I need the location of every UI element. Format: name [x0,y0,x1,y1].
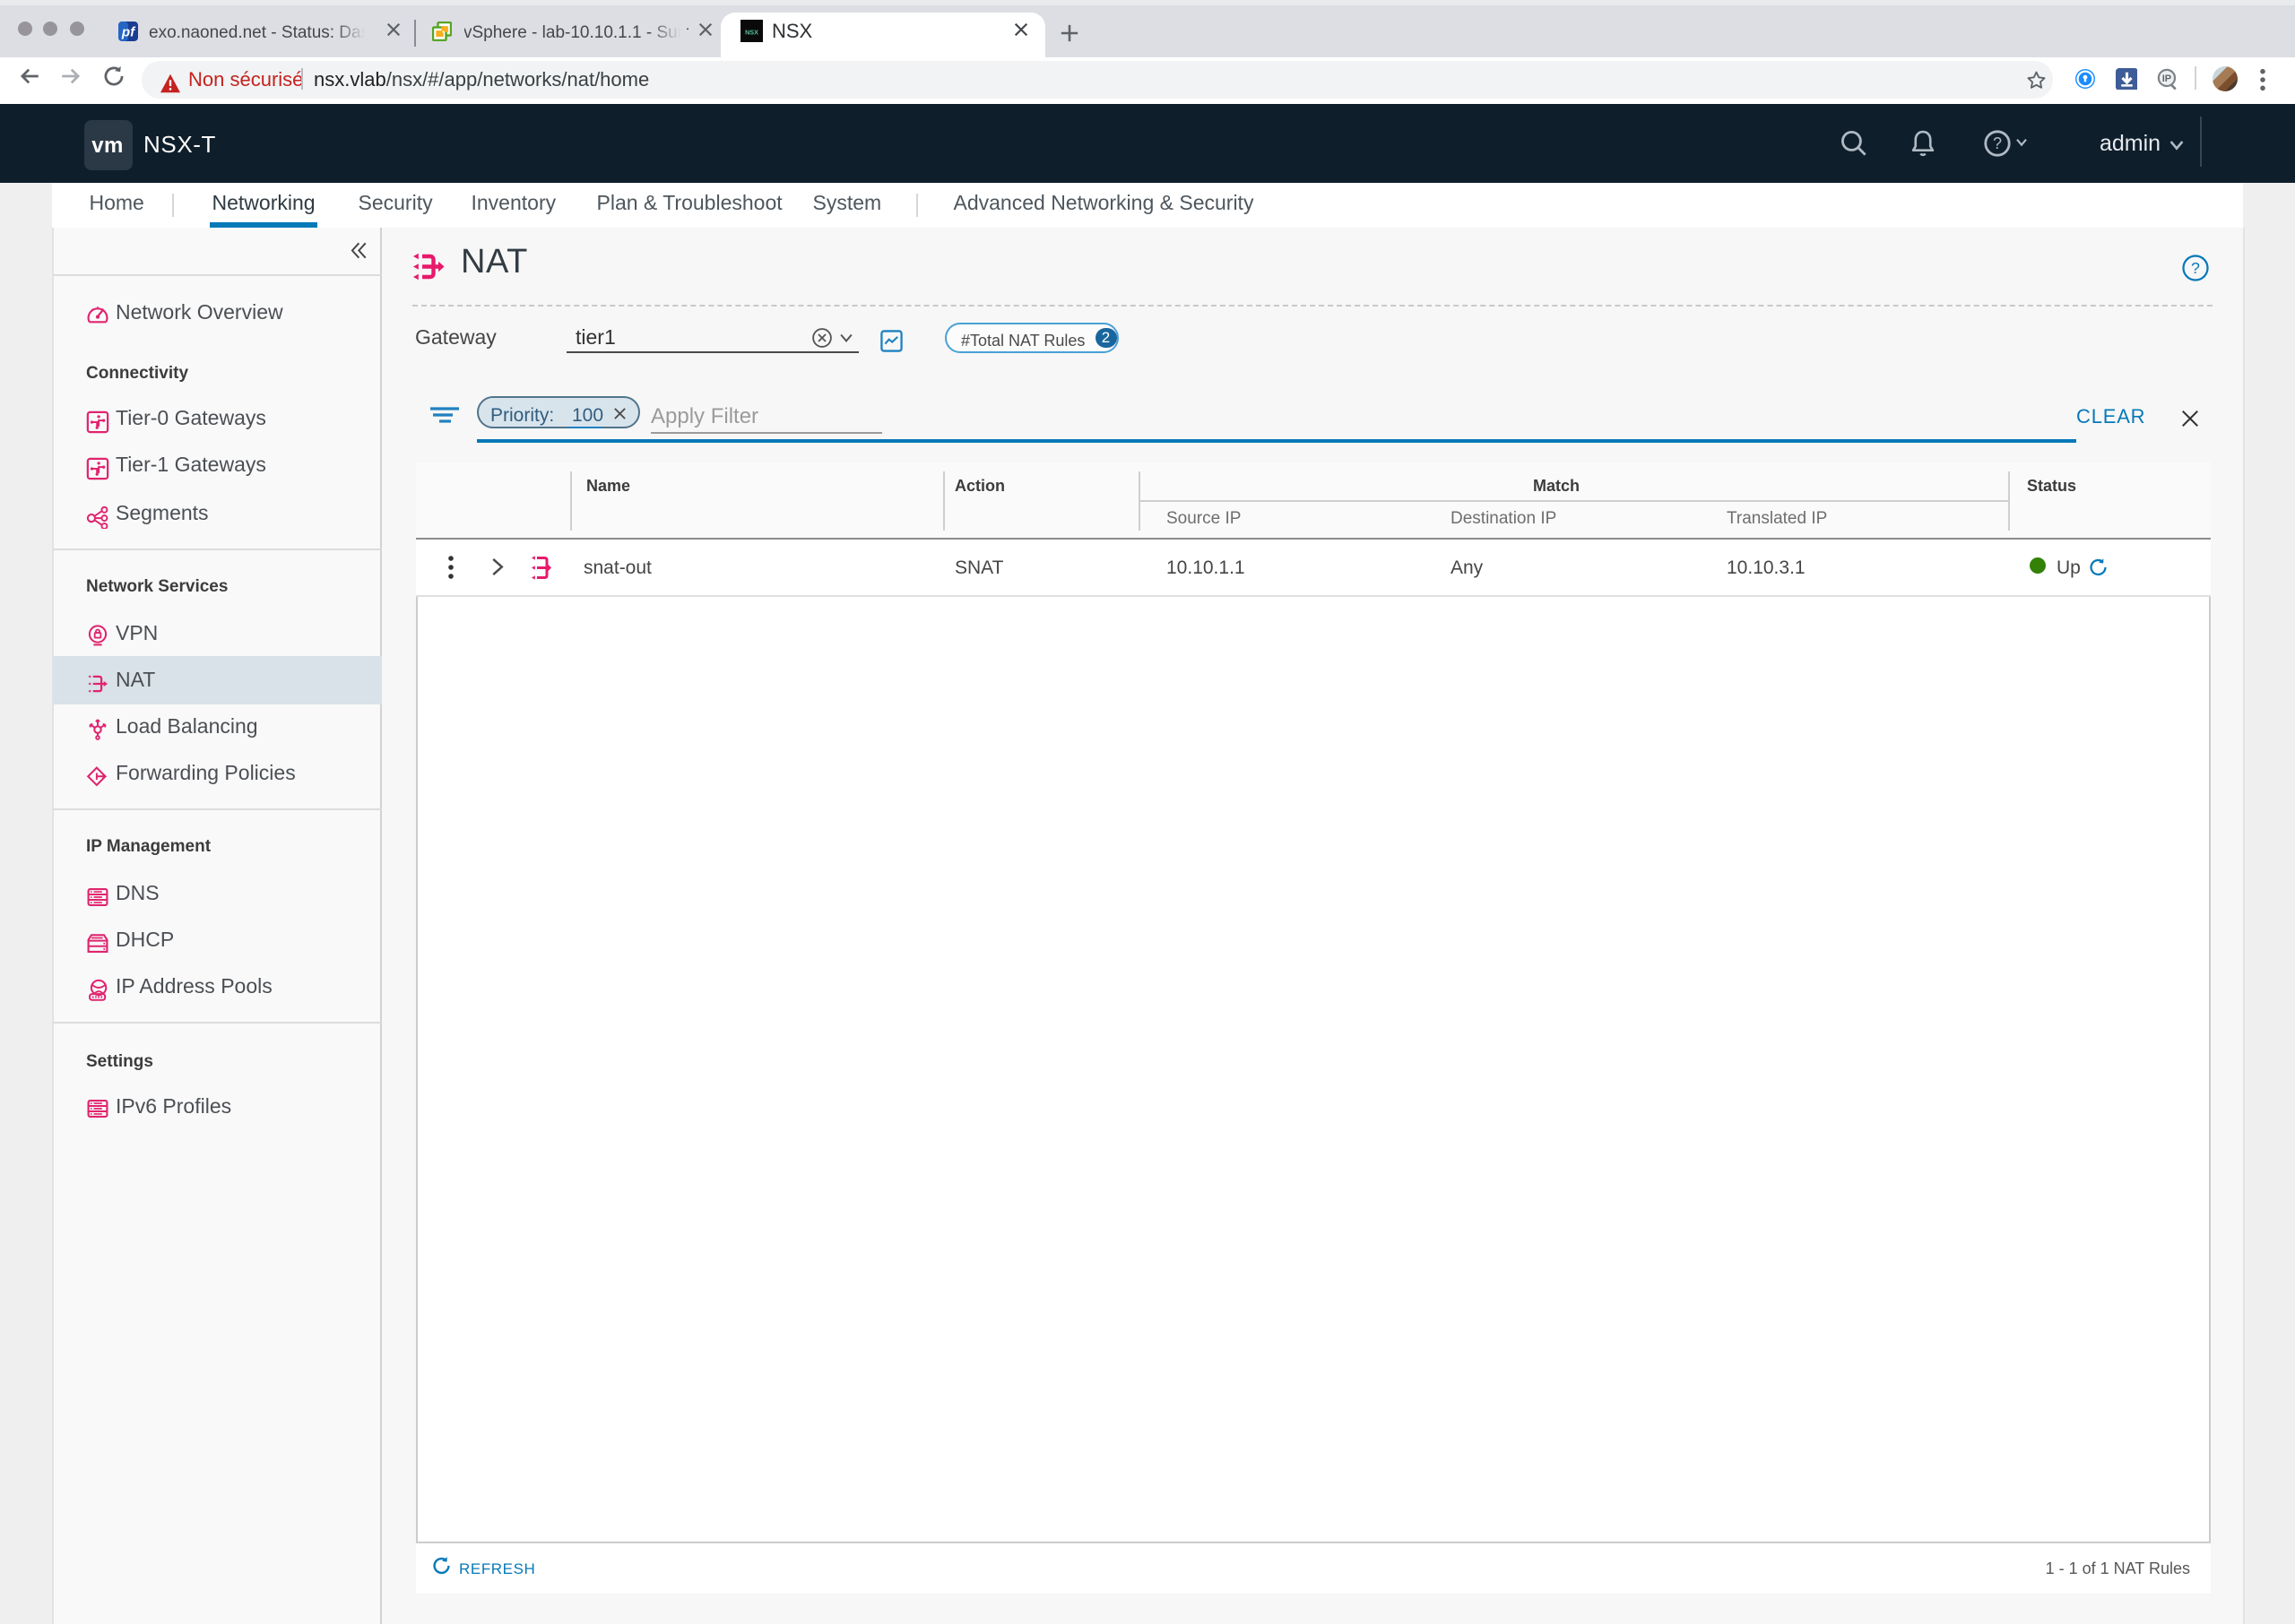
svg-text:pf: pf [121,24,136,39]
svg-text:?: ? [1993,134,2002,151]
svg-text:?: ? [2191,258,2200,276]
svg-text:IP: IP [2162,73,2171,83]
svg-text:NSX: NSX [745,29,758,36]
